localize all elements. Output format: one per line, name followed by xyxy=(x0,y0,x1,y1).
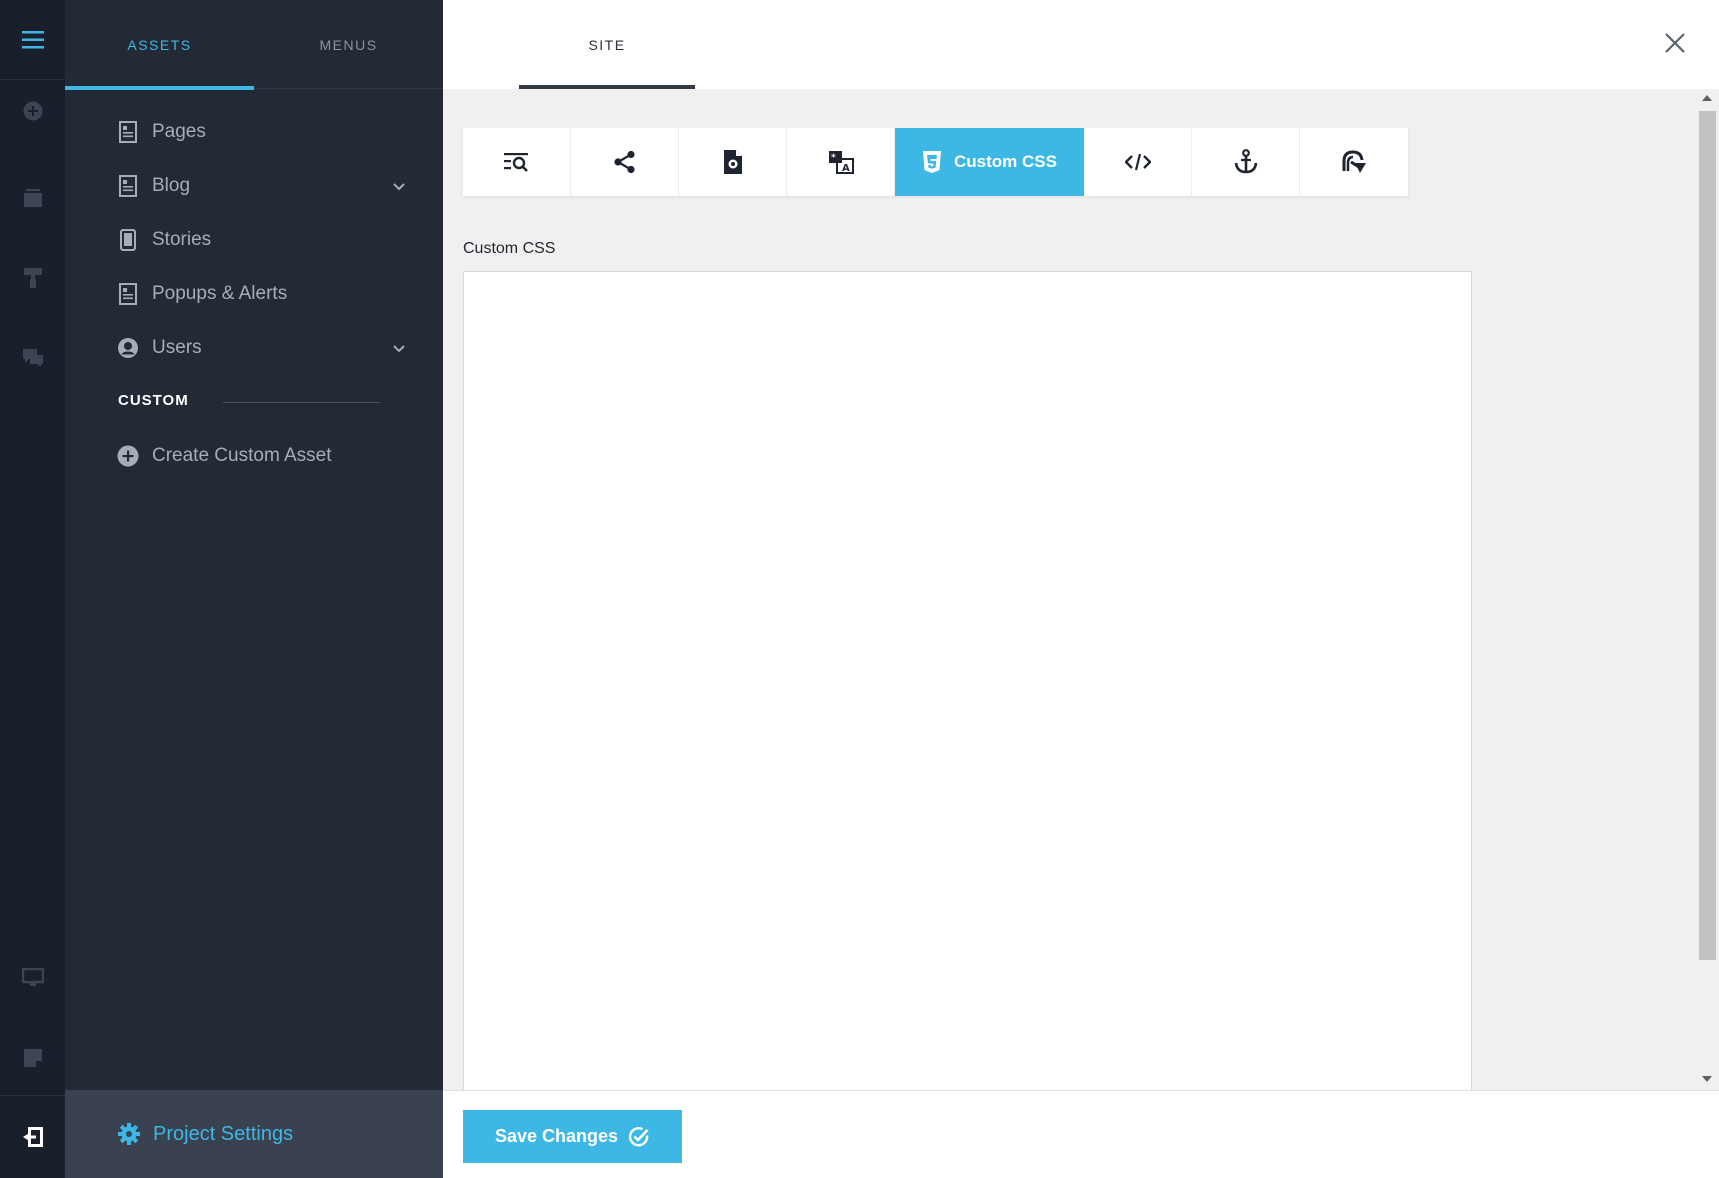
svg-text:*: * xyxy=(831,153,836,163)
sidebar-item-pages[interactable]: Pages xyxy=(117,112,407,152)
create-custom-asset-button[interactable]: Create Custom Asset xyxy=(117,436,407,476)
user-circle-icon xyxy=(117,337,139,359)
main-header: SITE xyxy=(443,0,1719,89)
seo-search-icon xyxy=(503,153,528,172)
custom-css-button[interactable]: Custom CSS xyxy=(895,128,1084,196)
share-icon xyxy=(613,150,635,174)
chevron-down-icon[interactable] xyxy=(391,178,407,194)
menu-icon[interactable] xyxy=(0,0,65,80)
scrollbar-thumb[interactable] xyxy=(1699,111,1716,960)
chevron-down-icon[interactable] xyxy=(391,340,407,356)
custom-css-button-label: Custom CSS xyxy=(954,152,1057,171)
add-circle-icon[interactable] xyxy=(0,81,65,141)
add-circle-icon xyxy=(117,445,139,467)
anchor-icon xyxy=(1234,149,1257,174)
note-icon[interactable] xyxy=(0,1028,65,1088)
close-icon xyxy=(1665,33,1685,53)
page-icon xyxy=(117,121,139,143)
sidebar-item-label: Pages xyxy=(152,121,206,142)
exit-icon[interactable] xyxy=(0,1095,65,1178)
code-icon xyxy=(1124,153,1151,171)
main-footer: Save Changes xyxy=(443,1090,1719,1178)
scrollbar[interactable] xyxy=(1696,89,1719,1090)
custom-css-textarea[interactable] xyxy=(463,271,1472,1090)
seo-settings-button[interactable] xyxy=(463,128,571,196)
settings-toolbar: A * Custom CSS xyxy=(463,128,1408,196)
sidebar-item-label: Stories xyxy=(152,229,212,250)
layers-icon[interactable] xyxy=(0,168,65,228)
social-share-button[interactable] xyxy=(571,128,679,196)
scroll-down-arrow-icon[interactable] xyxy=(1702,1076,1712,1082)
page-icon xyxy=(117,283,139,305)
scroll-up-arrow-icon[interactable] xyxy=(1702,95,1712,101)
save-changes-button[interactable]: Save Changes xyxy=(463,1110,682,1163)
translation-button[interactable]: A * xyxy=(787,128,895,196)
svg-text:A: A xyxy=(842,163,850,174)
custom-css-field-label: Custom CSS xyxy=(463,240,556,257)
translate-icon: A* xyxy=(828,151,854,174)
project-settings-label: Project Settings xyxy=(153,1122,294,1145)
anchor-button[interactable] xyxy=(1192,128,1300,196)
sidebar-item-label: Popups & Alerts xyxy=(152,283,288,304)
page-icon xyxy=(117,175,139,197)
sidebar-item-blog[interactable]: Blog xyxy=(117,166,407,206)
file-settings-icon xyxy=(723,150,742,174)
assets-panel: ASSETS MENUS Pages Blog Stories Popups &… xyxy=(65,0,443,1178)
create-custom-asset-label: Create Custom Asset xyxy=(152,445,332,466)
main-content: SITE A * Custom CSS Custom CSS Save Chan… xyxy=(443,0,1719,1178)
desktop-icon[interactable] xyxy=(0,948,65,1008)
mobile-icon xyxy=(117,229,139,251)
section-divider xyxy=(223,402,380,403)
close-button[interactable] xyxy=(1660,28,1690,58)
tab-assets[interactable]: ASSETS xyxy=(65,0,254,90)
section-custom-heading: CUSTOM xyxy=(118,392,189,409)
tab-menus[interactable]: MENUS xyxy=(254,0,443,89)
tab-site[interactable]: SITE xyxy=(519,0,695,89)
project-settings-button[interactable]: Project Settings xyxy=(65,1090,443,1178)
sidebar-item-label: Users xyxy=(152,337,202,358)
paint-roller-icon[interactable] xyxy=(0,248,65,308)
comments-icon[interactable] xyxy=(0,328,65,388)
save-changes-label: Save Changes xyxy=(494,1126,619,1146)
gear-icon xyxy=(118,1123,140,1145)
code-injection-button[interactable] xyxy=(1084,128,1192,196)
panel-tabs: ASSETS MENUS xyxy=(65,0,443,90)
file-settings-button[interactable] xyxy=(679,128,787,196)
sidebar-item-popups[interactable]: Popups & Alerts xyxy=(117,274,407,314)
sidebar-item-users[interactable]: Users xyxy=(117,328,407,368)
redirects-button[interactable] xyxy=(1300,128,1408,196)
sidebar-item-label: Blog xyxy=(152,175,191,196)
sidebar-item-stories[interactable]: Stories xyxy=(117,220,407,260)
check-circle-icon xyxy=(628,1126,649,1146)
css3-icon xyxy=(923,151,942,173)
icon-rail xyxy=(0,0,65,1178)
redirect-icon xyxy=(1342,150,1366,173)
